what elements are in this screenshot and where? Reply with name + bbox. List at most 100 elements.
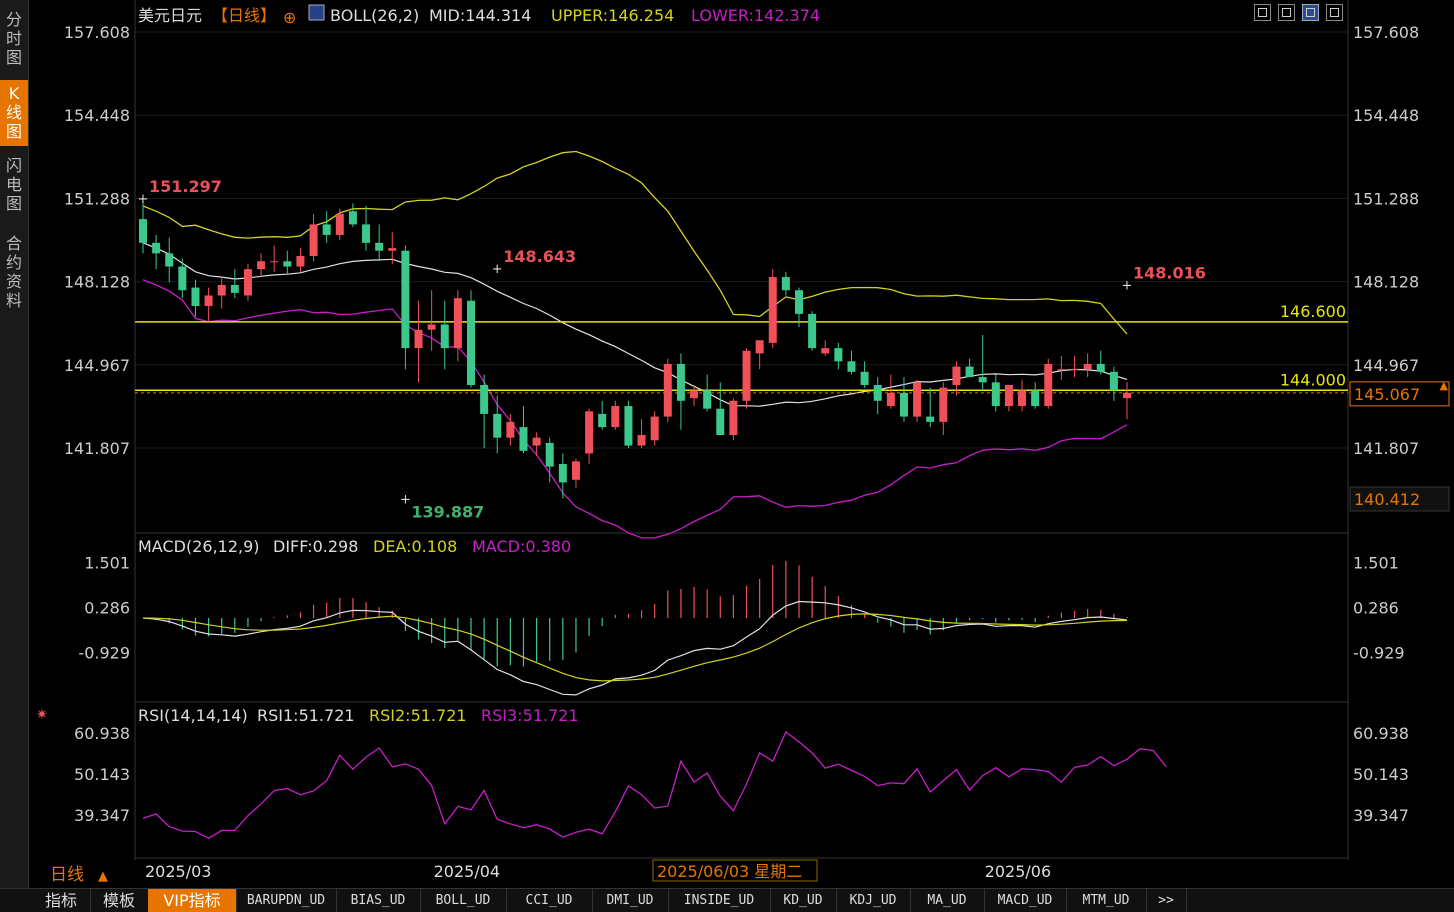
candle-body (991, 382, 1000, 407)
candle-body (834, 348, 843, 362)
horizontal-levels: 146.600 144.000 (135, 302, 1348, 394)
boll-upper: UPPER:146.254 (551, 6, 674, 25)
candle-body (519, 427, 528, 451)
period-arrow-icon[interactable]: ▲ (98, 869, 108, 884)
candle-body (296, 255, 305, 267)
rsi-label: RSI(14,14,14) (138, 706, 248, 725)
candle-body (322, 224, 331, 235)
macd-tick-left: 1.501 (84, 553, 130, 572)
sidebar-item-kline[interactable]: K线图 (0, 80, 28, 146)
candle-body (926, 416, 935, 422)
tab-inside-ud[interactable]: INSIDE_UD (668, 889, 771, 912)
candle-body (1083, 363, 1092, 370)
annotation-marker: + (138, 192, 149, 207)
candle-body (650, 416, 659, 441)
candle-body (624, 406, 633, 446)
tab-barupdn-ud[interactable]: BARUPDN_UD (236, 889, 337, 912)
crosshair-icon[interactable]: ⊕ (283, 8, 296, 27)
sidebar-item-timeshare[interactable]: 分时图 (0, 10, 28, 70)
layout-icon[interactable] (1278, 4, 1295, 21)
candle-body (598, 413, 607, 428)
indicator-tabbar: 指标 模板 VIP指标 BARUPDN_UD BIAS_UD BOLL_UD CCI_UD D… (0, 888, 1454, 912)
candle-body (453, 298, 462, 349)
candle-body (388, 248, 397, 251)
sidebar-item-contract-info[interactable]: 合约资料 (0, 234, 28, 318)
grid-icon[interactable] (1254, 4, 1271, 21)
tab-kdj-ud[interactable]: KDJ_UD (836, 889, 911, 912)
period-tag: 【日线】 (212, 6, 276, 25)
candle-body (847, 361, 856, 372)
split-view-icon[interactable] (1326, 4, 1343, 21)
candle-body (742, 350, 751, 401)
tab-kd-ud[interactable]: KD_UD (770, 889, 837, 912)
annotation-marker: + (492, 262, 503, 277)
price-tick-right: 151.288 (1353, 189, 1419, 208)
annotation-marker: + (1122, 279, 1133, 294)
chart-canvas[interactable]: 146.600144.000 +151.297+148.643+148.016+… (0, 0, 1454, 890)
tab-[interactable]: 模板 (90, 889, 149, 912)
candle-body (230, 284, 239, 293)
candle-body (191, 287, 200, 307)
rsi-tick-right: 60.938 (1353, 724, 1409, 743)
sidebar-item-flash[interactable]: 闪电图 (0, 156, 28, 216)
rsi1-value: RSI1:51.721 (257, 706, 355, 725)
candle-body (257, 261, 266, 270)
candle-body (348, 211, 357, 225)
current-price-value: 145.067 (1354, 385, 1420, 404)
macd-label: MACD(26,12,9) (138, 537, 260, 556)
rsi-tick-right: 50.143 (1353, 765, 1409, 784)
price-tick-left: 154.448 (64, 106, 130, 125)
period-label[interactable]: 日线 (50, 865, 84, 885)
candle-body (152, 242, 161, 254)
annotation-label: 151.297 (149, 177, 222, 196)
candle-body (821, 348, 830, 354)
tab-bias-ud[interactable]: BIAS_UD (336, 889, 421, 912)
price-annotations: +151.297+148.643+148.016+139.887 (138, 177, 1206, 521)
candle-body (755, 340, 764, 354)
rsi-line (142, 730, 1167, 840)
candle-body (427, 324, 436, 330)
candle-body (139, 219, 147, 243)
sidebar: 分时图 K线图 闪电图 合约资料 (0, 0, 29, 890)
boll-lower-line (142, 279, 1128, 539)
candle-body (558, 463, 567, 483)
chart-type-icon[interactable] (1302, 4, 1319, 21)
candle-body (860, 371, 869, 385)
macd-diff-line (142, 600, 1128, 696)
tab-[interactable]: 指标 (32, 889, 91, 912)
candle-body (467, 300, 475, 385)
candle-body (335, 213, 344, 235)
candle-body (1070, 369, 1079, 371)
tab-mtm-ud[interactable]: MTM_UD (1066, 889, 1147, 912)
level-label: 146.600 (1280, 302, 1346, 321)
tab-cci-ud[interactable]: CCI_UD (506, 889, 593, 912)
candle-body (1018, 390, 1027, 407)
boll-lower: LOWER:142.374 (691, 6, 820, 25)
settings-icon[interactable]: ✷ (36, 707, 48, 723)
tab-ma-ud[interactable]: MA_UD (910, 889, 985, 912)
price-tick-right: 154.448 (1353, 106, 1419, 125)
macd-panel: 1.501 1.501 0.286 0.286 -0.929 -0.929 (78, 553, 1405, 696)
tab-vip[interactable]: VIP指标 (148, 889, 237, 912)
tab-dmi-ud[interactable]: DMI_UD (592, 889, 669, 912)
tab-boll-ud[interactable]: BOLL_UD (420, 889, 507, 912)
candle-body (178, 266, 187, 291)
candle-body (965, 366, 974, 378)
macd-tick-right: 0.286 (1353, 598, 1399, 617)
price-tick-left: 157.608 (64, 23, 130, 42)
candle-body (1004, 384, 1013, 407)
indicator-icon[interactable] (308, 4, 325, 21)
candle-body (1096, 363, 1105, 372)
tab-[interactable]: >> (1146, 889, 1187, 912)
price-tick-right: 148.128 (1353, 273, 1419, 292)
candle-body (204, 295, 213, 307)
annotation-label: 139.887 (411, 503, 484, 522)
candle-body (309, 224, 318, 256)
date-tick: 2025/06 (985, 862, 1051, 881)
annotation-label: 148.643 (503, 247, 576, 266)
candle-body (165, 253, 174, 267)
macd-dea-line (142, 613, 1128, 682)
candle-body (690, 390, 699, 399)
tab-macd-ud[interactable]: MACD_UD (984, 889, 1067, 912)
lower-price-value: 140.412 (1354, 490, 1420, 509)
